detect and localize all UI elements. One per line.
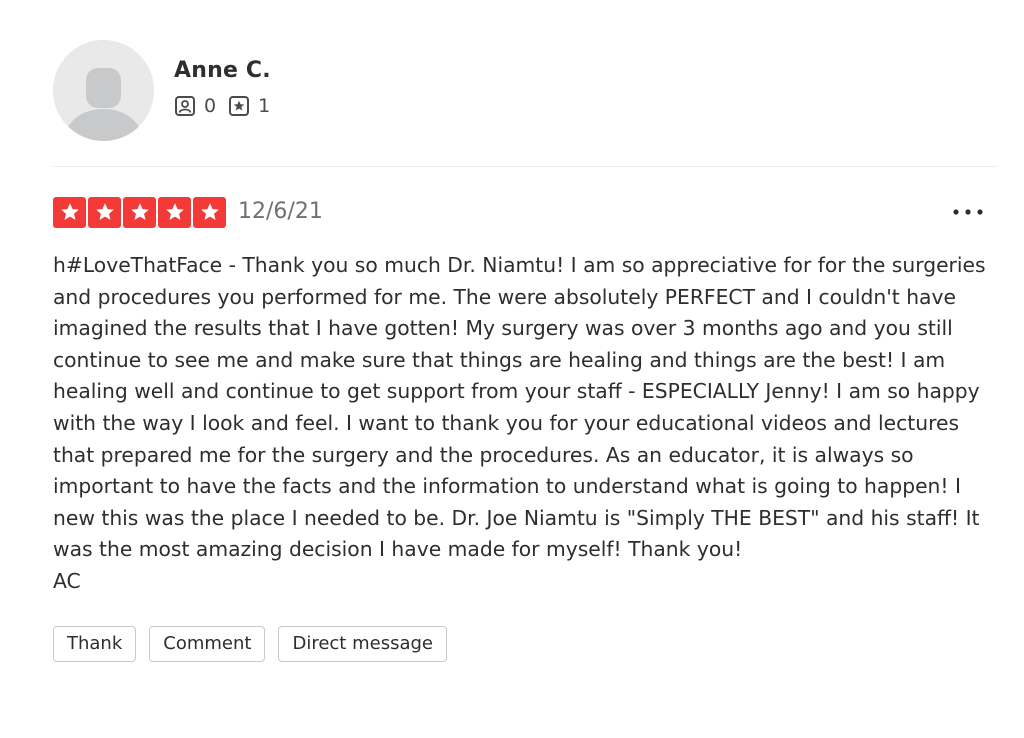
star-rating <box>53 196 226 228</box>
star-icon <box>60 203 79 220</box>
friends-stat: 0 <box>174 94 216 118</box>
reviews-star-icon <box>228 95 250 117</box>
divider <box>53 166 997 167</box>
user-passport: Anne C. 0 1 <box>53 40 997 141</box>
star-icon <box>165 203 184 220</box>
user-name[interactable]: Anne C. <box>174 56 282 86</box>
review-actions: Thank Comment Direct message <box>53 625 997 662</box>
direct-message-button[interactable]: Direct message <box>278 625 447 662</box>
star-5 <box>193 196 226 228</box>
reviews-count: 1 <box>258 95 271 117</box>
friends-icon <box>174 95 196 117</box>
thank-button[interactable]: Thank <box>53 625 137 662</box>
review-card: Anne C. 0 1 12/6/21 h#LoveThatFace - Tha… <box>53 40 997 662</box>
user-info: Anne C. 0 1 <box>174 40 282 118</box>
star-icon <box>200 203 219 220</box>
friends-count: 0 <box>204 95 217 117</box>
more-options-button[interactable] <box>951 200 985 224</box>
star-2 <box>88 196 121 228</box>
default-user-avatar-icon <box>53 40 154 141</box>
review-meta: 12/6/21 <box>53 196 997 228</box>
reviews-stat: 1 <box>228 94 270 118</box>
star-1 <box>53 196 86 228</box>
user-avatar[interactable] <box>53 40 154 141</box>
star-icon <box>130 203 149 220</box>
review-text: h#LoveThatFace - Thank you so much Dr. N… <box>53 253 986 593</box>
star-4 <box>158 196 191 228</box>
user-stats: 0 1 <box>174 94 282 118</box>
comment-button[interactable]: Comment <box>149 625 266 662</box>
star-3 <box>123 196 156 228</box>
star-icon <box>95 203 114 220</box>
review-date: 12/6/21 <box>238 199 323 224</box>
more-options-icon <box>953 209 983 215</box>
